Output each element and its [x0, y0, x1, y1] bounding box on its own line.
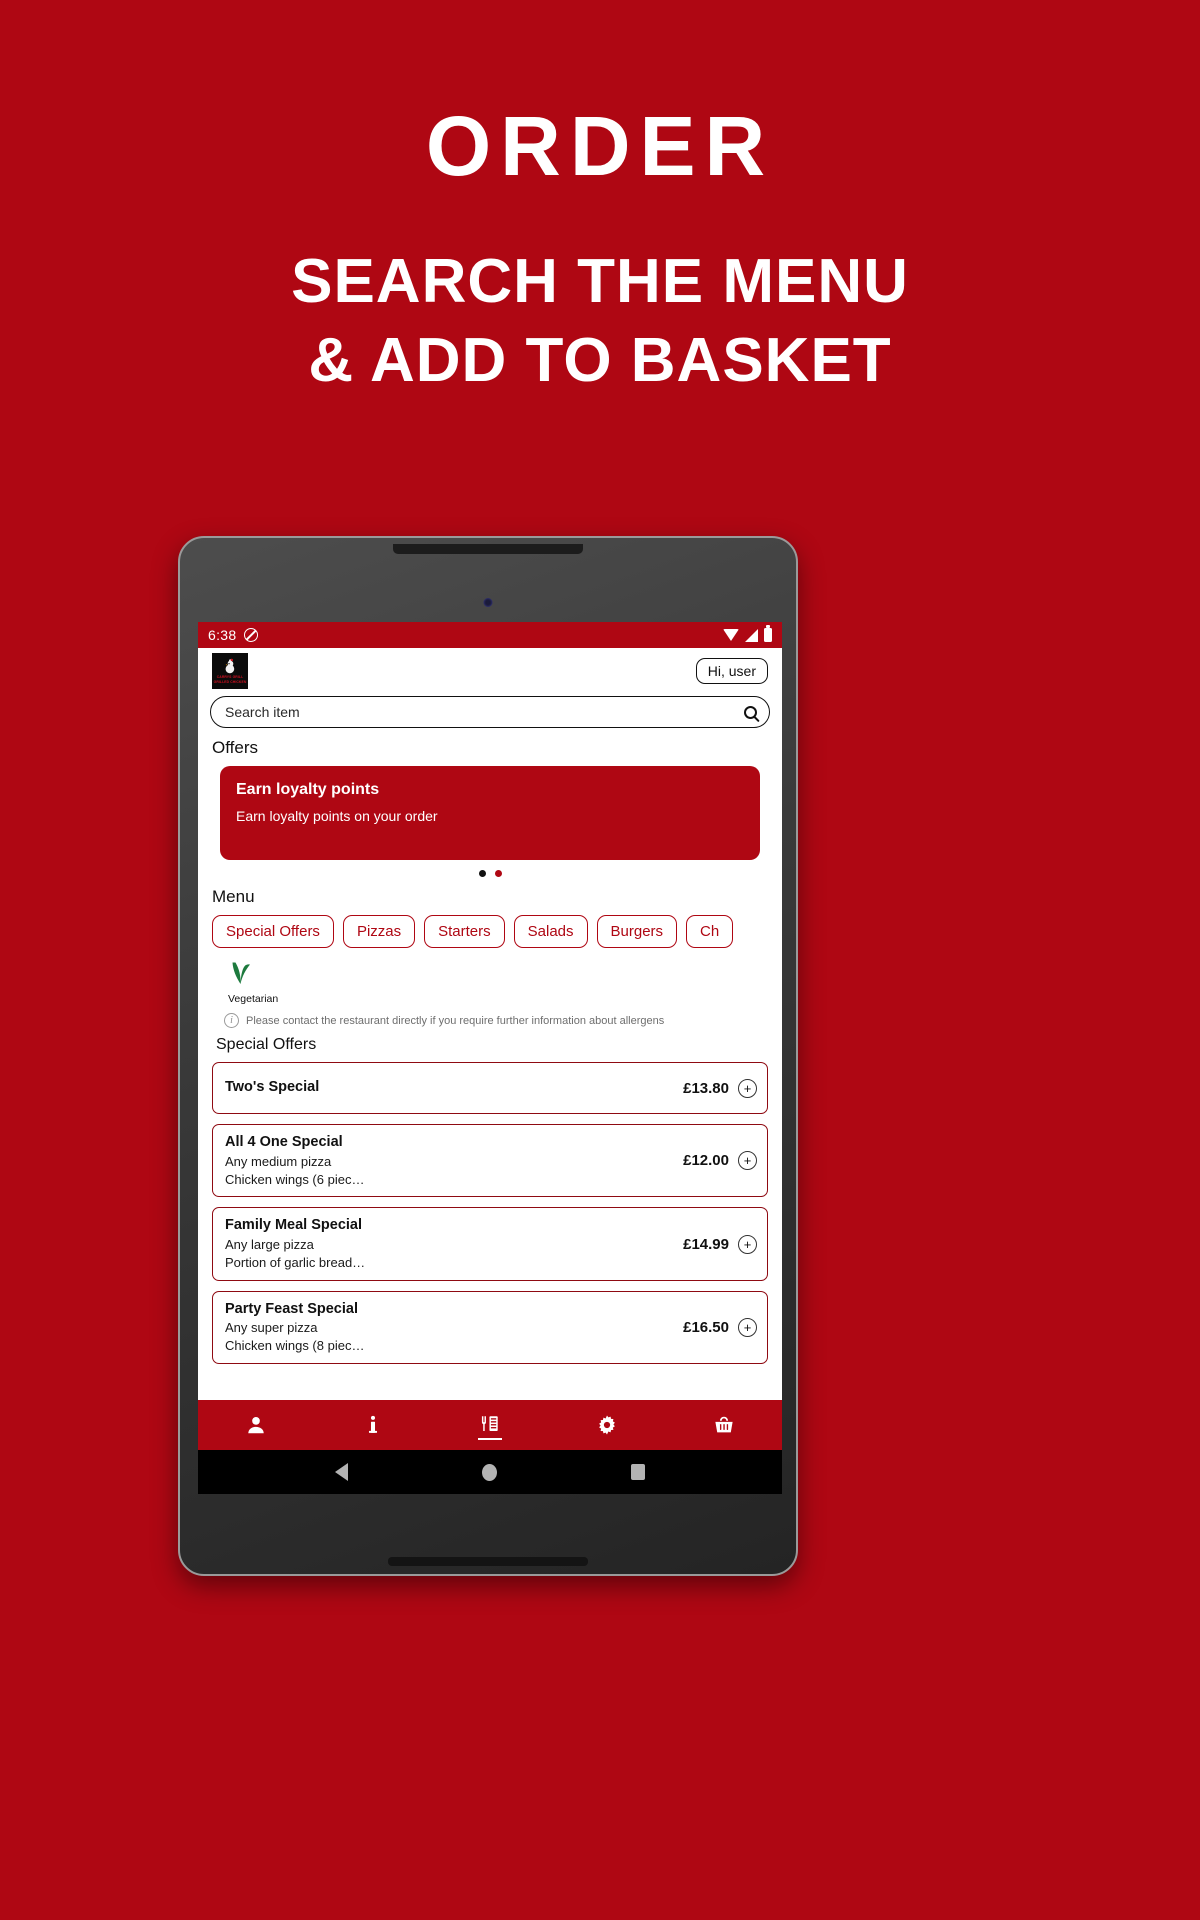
- logo-text-line2: GRILLED CHICKEN: [213, 679, 247, 684]
- account-icon: [245, 1414, 267, 1436]
- promo-subtitle: SEARCH THE MENU & ADD TO BASKET: [0, 242, 1200, 401]
- menu-item-desc-line1: Any large pizza: [225, 1237, 314, 1252]
- chicken-logo-icon[interactable]: CARRYS GRILL GRILLED CHICKEN: [212, 653, 248, 689]
- nav-account-button[interactable]: [226, 1400, 286, 1450]
- promo-banner: ORDER SEARCH THE MENU & ADD TO BASKET: [0, 0, 1200, 401]
- device-bottom-bar: [388, 1557, 588, 1566]
- status-bar: 6:38: [198, 622, 782, 648]
- menu-item-row[interactable]: Party Feast Special Any super pizza Chic…: [212, 1290, 768, 1365]
- system-navigation-bar: [198, 1450, 782, 1494]
- menu-item-row[interactable]: Family Meal Special Any large pizza Port…: [212, 1207, 768, 1281]
- menu-heading: Menu: [212, 887, 255, 906]
- category-chip-list: Special Offers Pizzas Starters Salads Bu…: [210, 915, 770, 948]
- page-title: ORDER: [425, 99, 775, 193]
- app-header: CARRYS GRILL GRILLED CHICKEN Hi, user: [198, 648, 782, 694]
- recents-square-icon[interactable]: [631, 1464, 645, 1480]
- battery-icon: [764, 628, 772, 642]
- nav-settings-button[interactable]: [577, 1400, 637, 1450]
- carousel-dot-2[interactable]: [494, 870, 502, 877]
- device-screen: 6:38 CARRYS GRILL GRILLED CHICKEN Hi, us…: [198, 622, 782, 1494]
- menu-item-price: £16.50: [683, 1319, 729, 1337]
- allergen-notice: i Please contact the restaurant directly…: [224, 1013, 770, 1028]
- menu-item-actions: £16.50 +: [683, 1318, 757, 1338]
- promo-subtitle-line1: SEARCH THE MENU: [291, 247, 909, 316]
- device-camera-icon: [483, 598, 493, 607]
- offers-heading: Offers: [212, 738, 258, 757]
- vegetarian-leaf-icon: [228, 961, 254, 992]
- settings-gear-icon: [596, 1414, 618, 1436]
- status-bar-left: 6:38: [208, 627, 259, 643]
- menu-item-price: £12.00: [683, 1152, 729, 1170]
- vegetarian-legend: Vegetarian: [228, 961, 770, 1005]
- category-chip-salads[interactable]: Salads: [513, 915, 588, 948]
- menu-item-info: Party Feast Special Any super pizza Chic…: [225, 1300, 683, 1355]
- status-bar-right: [723, 628, 772, 642]
- home-circle-icon[interactable]: [482, 1463, 497, 1481]
- menu-item-desc-line1: Any medium pizza: [225, 1153, 332, 1169]
- menu-item-info: Two's Special: [225, 1078, 683, 1098]
- menu-item-actions: £12.00 +: [683, 1151, 757, 1171]
- promo-subtitle-line2: & ADD TO BASKET: [308, 326, 892, 396]
- menu-item-desc-line2: Chicken wings (6 piec…: [225, 1171, 365, 1187]
- nav-menu-button[interactable]: [460, 1400, 520, 1450]
- vegetarian-label: Vegetarian: [228, 993, 279, 1005]
- nav-active-indicator: [477, 1437, 502, 1440]
- nav-info-button[interactable]: [343, 1400, 403, 1450]
- menu-item-desc-line2: Portion of garlic bread…: [225, 1254, 366, 1270]
- category-chip-chicken[interactable]: Ch: [686, 915, 734, 948]
- category-chip-pizzas[interactable]: Pizzas: [342, 915, 416, 948]
- category-chip-special-offers[interactable]: Special Offers: [212, 915, 334, 948]
- wifi-icon: [723, 629, 739, 641]
- signal-icon: [745, 628, 758, 642]
- search-icon[interactable]: [744, 705, 757, 719]
- menu-item-info: All 4 One Special Any medium pizza Chick…: [225, 1133, 683, 1188]
- basket-icon: [713, 1414, 735, 1436]
- device-speaker: [393, 544, 583, 554]
- add-item-button[interactable]: +: [738, 1234, 757, 1254]
- add-item-button[interactable]: +: [738, 1078, 757, 1098]
- menu-item-row[interactable]: Two's Special £13.80 +: [212, 1062, 768, 1114]
- search-input[interactable]: [225, 704, 744, 720]
- carousel-dots: [210, 870, 770, 877]
- menu-item-desc-line2: Chicken wings (8 piec…: [225, 1338, 365, 1354]
- menu-item-price: £14.99: [683, 1235, 729, 1253]
- menu-icon: [479, 1414, 501, 1436]
- add-item-button[interactable]: +: [738, 1151, 757, 1171]
- status-time: 6:38: [208, 627, 237, 643]
- offer-subtitle: Earn loyalty points on your order: [236, 807, 438, 824]
- menu-item-price: £13.80: [683, 1079, 729, 1097]
- search-bar[interactable]: [210, 696, 770, 728]
- info-icon: i: [224, 1013, 239, 1028]
- main-content: Offers Earn loyalty points Earn loyalty …: [198, 694, 782, 1400]
- bottom-navigation: [198, 1400, 782, 1450]
- offer-title: Earn loyalty points: [236, 781, 380, 798]
- menu-item-info: Family Meal Special Any large pizza Port…: [225, 1216, 683, 1271]
- menu-item-name: All 4 One Special: [225, 1134, 343, 1150]
- account-button[interactable]: Hi, user: [695, 658, 768, 684]
- menu-item-name: Family Meal Special: [225, 1217, 363, 1234]
- category-section-title: Special Offers: [216, 1036, 317, 1053]
- allergen-text: Please contact the restaurant directly i…: [246, 1014, 665, 1027]
- menu-item-row[interactable]: All 4 One Special Any medium pizza Chick…: [212, 1124, 768, 1198]
- menu-item-actions: £14.99 +: [683, 1234, 757, 1254]
- info-icon: [362, 1414, 384, 1436]
- category-chip-starters[interactable]: Starters: [424, 915, 505, 948]
- nav-basket-button[interactable]: [694, 1400, 754, 1450]
- do-not-disturb-icon: [244, 628, 259, 642]
- menu-item-name: Two's Special: [225, 1079, 320, 1096]
- menu-item-name: Party Feast Special: [225, 1300, 358, 1317]
- carousel-dot-1[interactable]: [478, 870, 486, 877]
- add-item-button[interactable]: +: [738, 1318, 757, 1338]
- menu-item-actions: £13.80 +: [683, 1078, 757, 1098]
- back-triangle-icon[interactable]: [335, 1463, 348, 1481]
- tablet-device-frame: 6:38 CARRYS GRILL GRILLED CHICKEN Hi, us…: [178, 536, 798, 1576]
- offer-card[interactable]: Earn loyalty points Earn loyalty points …: [220, 766, 760, 860]
- menu-item-desc-line1: Any super pizza: [225, 1320, 318, 1336]
- category-chip-burgers[interactable]: Burgers: [596, 915, 678, 948]
